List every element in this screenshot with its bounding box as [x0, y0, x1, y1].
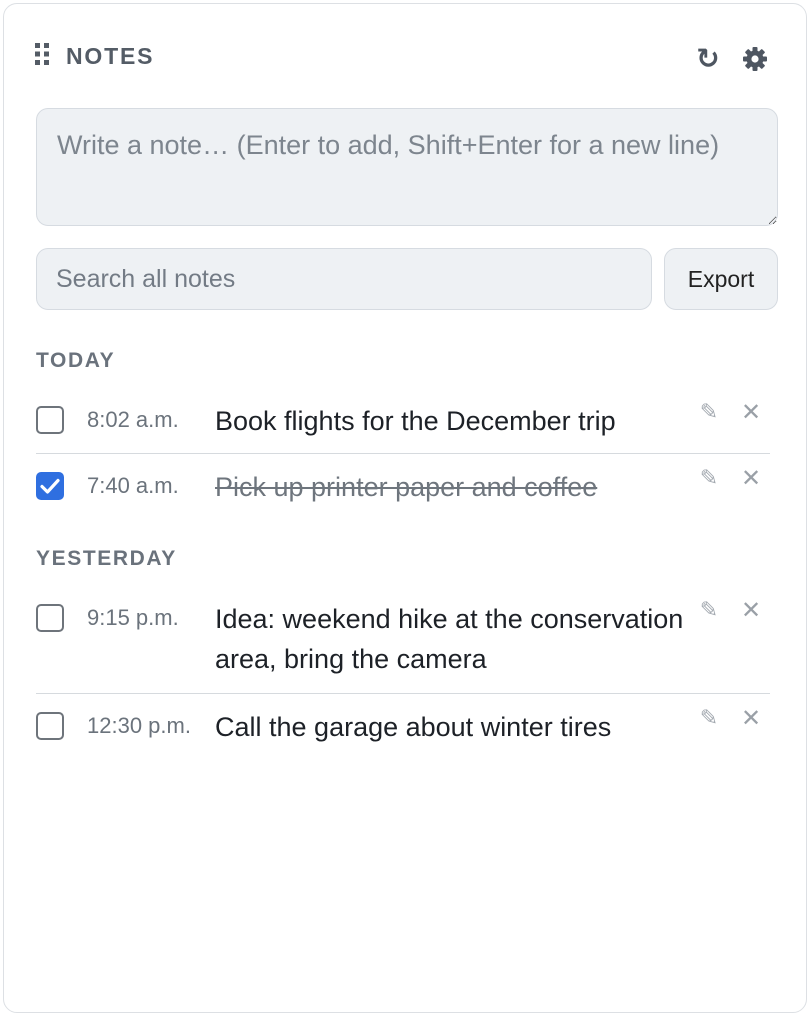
- pencil-icon: ✎: [699, 399, 719, 424]
- note-checkbox[interactable]: [36, 472, 64, 500]
- note-time: 12:30 p.m.: [87, 713, 191, 738]
- search-input[interactable]: [36, 248, 652, 310]
- note-item: 12:30 p.m. Call the garage about winter …: [36, 705, 770, 752]
- delete-note-button[interactable]: ✕: [738, 397, 764, 427]
- note-text: Idea: weekend hike at the conservation a…: [215, 604, 684, 674]
- edit-note-button[interactable]: ✎: [696, 463, 722, 493]
- edit-note-button[interactable]: ✎: [696, 595, 722, 625]
- edit-note-button[interactable]: ✎: [696, 397, 722, 427]
- note-text: Book flights for the December trip: [215, 406, 616, 436]
- note-item: 7:40 a.m. Pick up printer paper and coff…: [36, 465, 770, 512]
- close-icon: ✕: [740, 704, 762, 732]
- note-time: 7:40 a.m.: [87, 473, 179, 498]
- note-composer-input[interactable]: [36, 108, 778, 226]
- delete-note-button[interactable]: ✕: [738, 463, 764, 493]
- pencil-icon: ✎: [699, 597, 719, 622]
- checkmark-icon: [40, 478, 60, 494]
- export-button[interactable]: Export: [664, 248, 778, 310]
- note-time: 9:15 p.m.: [87, 605, 179, 630]
- note-text: Pick up printer paper and coffee: [215, 472, 598, 502]
- refresh-button[interactable]: ↻: [693, 44, 723, 74]
- drag-handle-icon[interactable]: [33, 41, 51, 67]
- delete-note-button[interactable]: ✕: [738, 595, 764, 625]
- note-time: 8:02 a.m.: [87, 407, 179, 432]
- section-label-yesterday: YESTERDAY: [36, 547, 177, 570]
- edit-note-button[interactable]: ✎: [696, 703, 722, 733]
- pencil-icon: ✎: [699, 465, 719, 490]
- close-icon: ✕: [740, 464, 762, 492]
- note-text: Call the garage about winter tires: [215, 712, 612, 742]
- widget-header: NOTES ↻: [33, 40, 773, 76]
- note-checkbox[interactable]: [36, 406, 64, 434]
- close-icon: ✕: [740, 398, 762, 426]
- delete-note-button[interactable]: ✕: [738, 703, 764, 733]
- refresh-icon: ↻: [696, 43, 720, 74]
- note-checkbox[interactable]: [36, 604, 64, 632]
- widget-title: NOTES: [66, 43, 155, 69]
- note-checkbox[interactable]: [36, 712, 64, 740]
- pencil-icon: ✎: [699, 705, 719, 730]
- close-icon: ✕: [740, 596, 762, 624]
- gear-icon: [743, 47, 767, 71]
- settings-button[interactable]: [740, 44, 770, 74]
- note-item: 8:02 a.m. Book flights for the December …: [36, 399, 770, 454]
- section-label-today: TODAY: [36, 349, 116, 372]
- note-item: 9:15 p.m. Idea: weekend hike at the cons…: [36, 597, 770, 694]
